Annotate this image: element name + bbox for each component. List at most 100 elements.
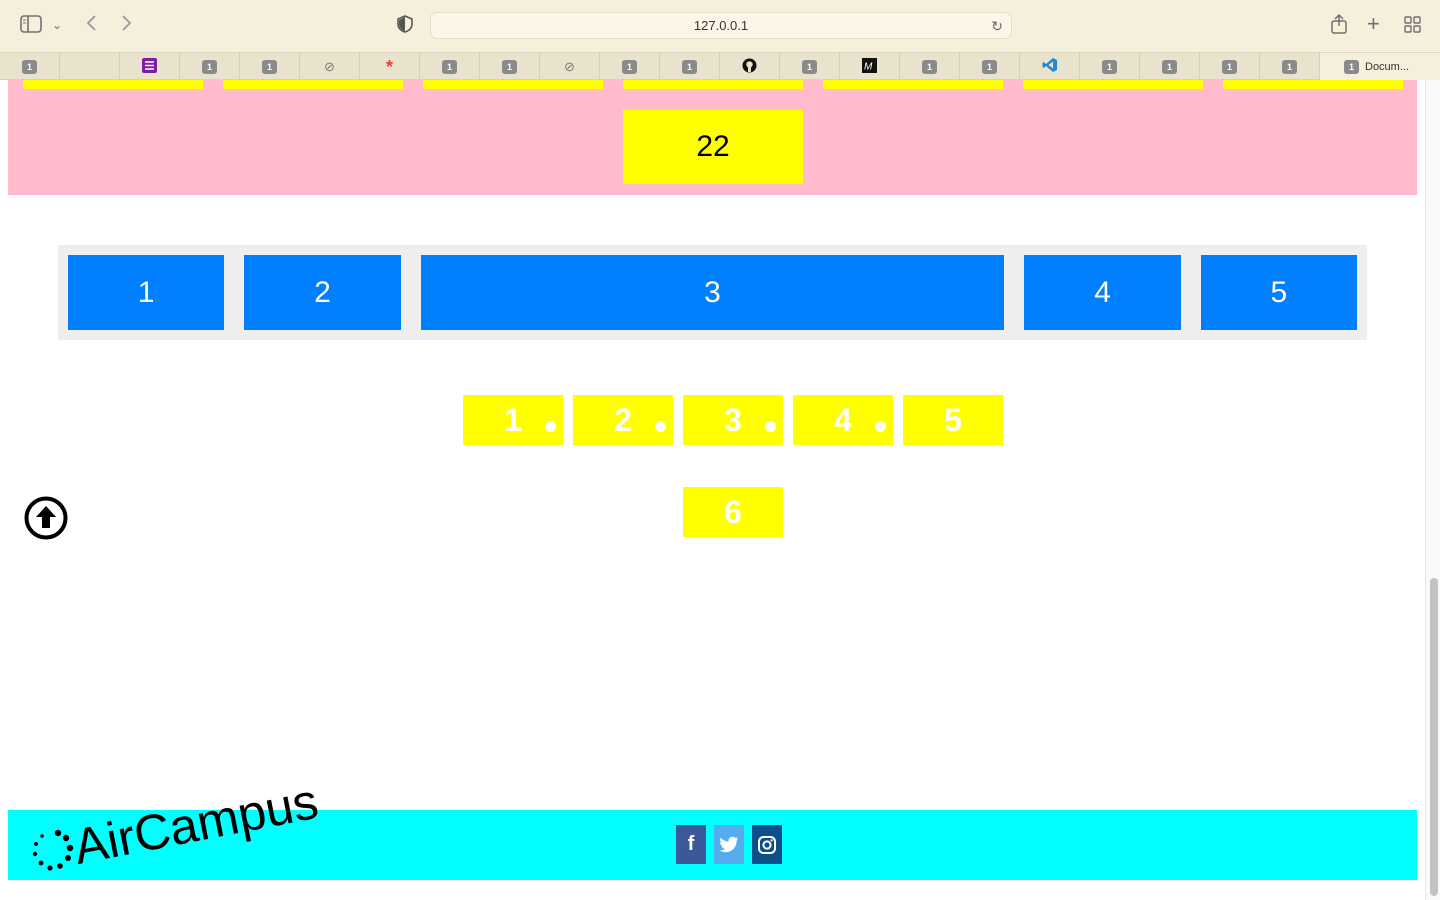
flex-item-4: 4 <box>1024 255 1181 330</box>
flex-item-5: 5 <box>1200 255 1357 330</box>
tab-18[interactable] <box>1020 53 1080 80</box>
logo-text: AirCampus <box>69 772 323 876</box>
tab-6[interactable]: ⊘ <box>300 53 360 80</box>
tab-1[interactable]: 1 <box>0 53 60 80</box>
tab-9[interactable]: 1 <box>480 53 540 80</box>
tab-badge: 1 <box>1222 59 1237 74</box>
tab-13[interactable] <box>720 53 780 80</box>
tab-22[interactable]: 1 <box>1260 53 1320 80</box>
flex-item-3: 3 <box>420 255 1005 330</box>
tab-8[interactable]: 1 <box>420 53 480 80</box>
tab-11[interactable]: 1 <box>600 53 660 80</box>
yellow-box-3: 3 <box>683 395 783 445</box>
asterisk-icon: * <box>385 56 393 77</box>
tab-14[interactable]: 1 <box>780 53 840 80</box>
instagram-icon <box>758 835 776 854</box>
yellow-box-row: 1 2 3 4 5 <box>463 395 1003 445</box>
medium-icon: M <box>862 57 877 76</box>
twitter-button[interactable] <box>714 825 744 864</box>
compass-icon: ⊘ <box>324 58 335 74</box>
yellow-box-partial <box>423 80 603 89</box>
instagram-button[interactable] <box>752 825 782 864</box>
box-label: 3 <box>724 401 742 438</box>
tab-20[interactable]: 1 <box>1140 53 1200 80</box>
tab-badge: 1 <box>1282 59 1297 74</box>
tab-badge: 1 <box>682 59 697 74</box>
box-label: 5 <box>944 401 962 438</box>
dot-marker <box>875 421 886 432</box>
tab-active[interactable]: 1 Docum... <box>1320 53 1440 80</box>
dot-marker <box>765 421 776 432</box>
tab-5[interactable]: 1 <box>240 53 300 80</box>
footer: AirCampus f <box>8 773 1417 880</box>
tab-badge: 1 <box>22 59 37 74</box>
back-arrow-icon[interactable] <box>85 14 97 36</box>
facebook-button[interactable]: f <box>676 825 706 864</box>
compass-icon: ⊘ <box>564 58 575 74</box>
tab-19[interactable]: 1 <box>1080 53 1140 80</box>
tab-bar: 1 1 1 ⊘ * 1 1 ⊘ 1 1 1 M 1 1 1 1 1 1 1 Do… <box>0 52 1440 80</box>
share-icon[interactable] <box>1330 13 1348 38</box>
tab-10[interactable]: ⊘ <box>540 53 600 80</box>
vertical-scrollbar[interactable] <box>1425 80 1440 900</box>
forward-arrow-icon[interactable] <box>121 14 133 36</box>
box-label: 2 <box>614 401 632 438</box>
page-content: 22 1 2 3 4 5 1 2 3 4 5 6 AirCampus f <box>0 80 1425 900</box>
yellow-box-partial <box>1223 80 1403 89</box>
vscode-icon <box>1042 57 1058 76</box>
scroll-to-top-button[interactable] <box>24 496 68 540</box>
tab-badge: 1 <box>1344 59 1359 74</box>
tab-badge: 1 <box>502 59 517 74</box>
dot-marker <box>655 421 666 432</box>
tab-overview-icon[interactable] <box>1404 16 1421 37</box>
box-label: 1 <box>504 401 522 438</box>
github-icon <box>742 58 757 76</box>
twitter-icon <box>719 836 738 853</box>
yellow-box-6: 6 <box>683 487 783 537</box>
facebook-icon: f <box>687 833 695 855</box>
svg-text:M: M <box>864 61 873 72</box>
yellow-box-22: 22 <box>623 110 803 184</box>
tab-3[interactable] <box>120 53 180 80</box>
tab-title: Docum... <box>1365 60 1410 73</box>
tab-badge: 1 <box>982 59 997 74</box>
scrollbar-thumb[interactable] <box>1430 578 1438 896</box>
tab-badge: 1 <box>202 59 217 74</box>
tab-4[interactable]: 1 <box>180 53 240 80</box>
aircampus-logo[interactable]: AirCampus <box>28 773 338 890</box>
tab-badge: 1 <box>802 59 817 74</box>
social-links: f <box>676 825 782 864</box>
yellow-box-partial <box>623 80 803 89</box>
dot-marker <box>545 421 556 432</box>
arrow-up-circle-icon <box>24 496 68 540</box>
yellow-box-partial <box>1023 80 1203 89</box>
purple-list-icon <box>142 57 157 76</box>
tab-badge: 1 <box>1102 59 1117 74</box>
tab-17[interactable]: 1 <box>960 53 1020 80</box>
url-text: 127.0.0.1 <box>693 18 749 33</box>
privacy-shield-icon[interactable] <box>397 15 413 37</box>
chevron-down-icon[interactable]: ⌄ <box>52 15 62 35</box>
tab-15[interactable]: M <box>840 53 900 80</box>
tab-7[interactable]: * <box>360 53 420 80</box>
yellow-box-partial <box>23 80 203 89</box>
new-tab-plus-icon[interactable]: + <box>1367 13 1380 35</box>
flex-container: 1 2 3 4 5 <box>58 245 1367 340</box>
tab-badge: 1 <box>922 59 937 74</box>
tab-21[interactable]: 1 <box>1200 53 1260 80</box>
address-bar[interactable]: 127.0.0.1 ↻ <box>430 12 1012 39</box>
sidebar-toggle-icon[interactable] <box>20 15 42 37</box>
reload-icon[interactable]: ↻ <box>991 13 1003 39</box>
pink-section: 22 <box>8 80 1417 195</box>
tab-12[interactable]: 1 <box>660 53 720 80</box>
yellow-box-2: 2 <box>573 395 673 445</box>
box-label: 4 <box>834 401 852 438</box>
tab-16[interactable]: 1 <box>900 53 960 80</box>
browser-toolbar: ⌄ 127.0.0.1 ↻ + <box>0 0 1440 52</box>
yellow-box-partial <box>223 80 403 89</box>
tab-2[interactable] <box>60 53 120 80</box>
tab-badge: 1 <box>622 59 637 74</box>
flex-item-1: 1 <box>68 255 225 330</box>
yellow-box-4: 4 <box>793 395 893 445</box>
yellow-box-5: 5 <box>903 395 1003 445</box>
